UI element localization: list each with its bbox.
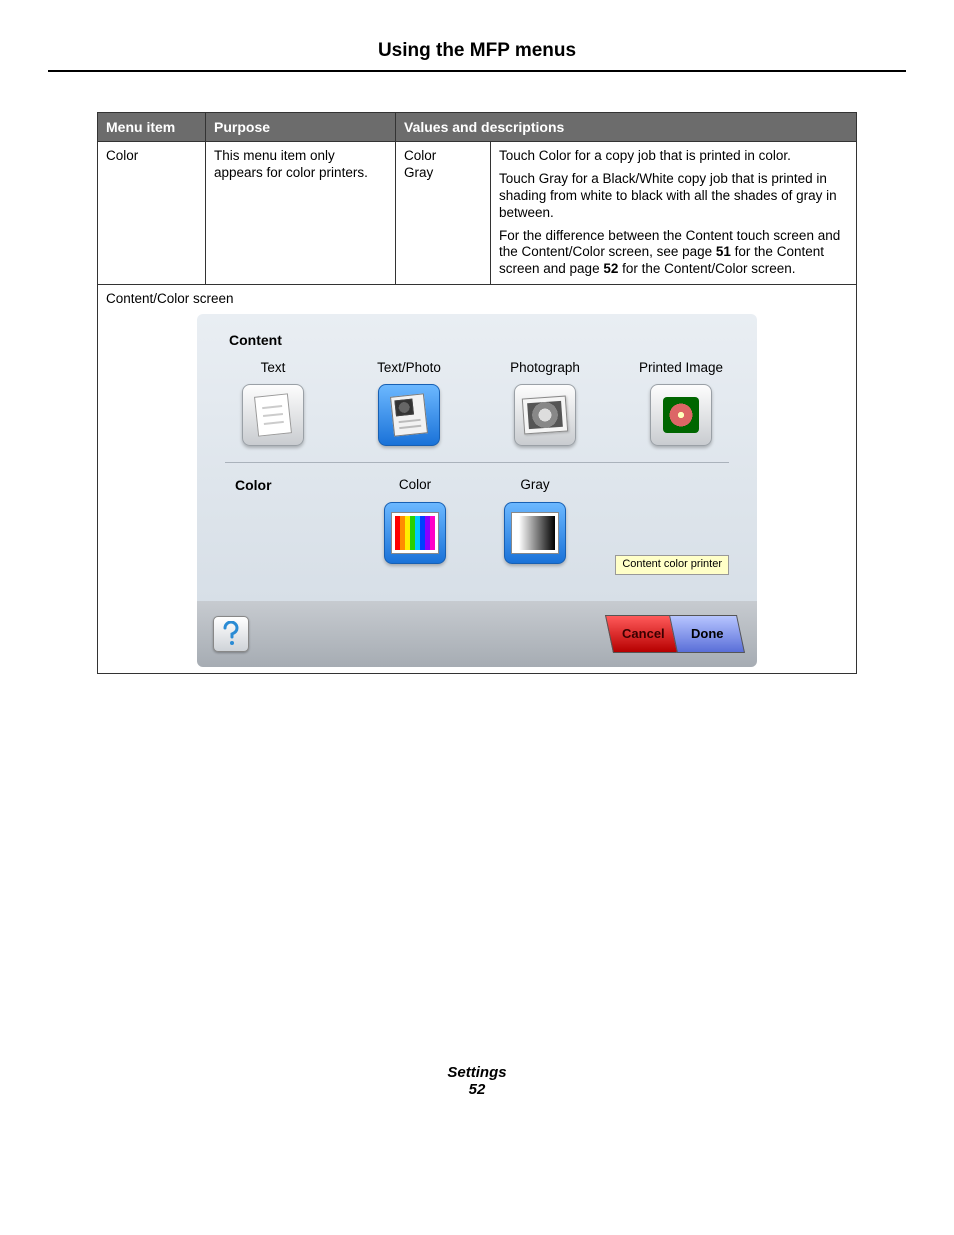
- screen-cell: Content/Color screen Content Text Text/P…: [98, 285, 857, 674]
- cancel-label: Cancel: [622, 626, 665, 642]
- screen-label: Content/Color screen: [106, 291, 848, 308]
- help-button[interactable]: [213, 616, 249, 652]
- desc-p1: Touch Color for a copy job that is print…: [499, 148, 848, 165]
- content-button-textphoto[interactable]: [378, 384, 440, 446]
- footer-buttons: Cancel Done: [609, 615, 741, 653]
- cell-purpose: This menu item only appears for color pr…: [206, 142, 396, 285]
- content-row: Text Text/Photo Photograph: [219, 360, 735, 447]
- color-option-gray: Gray: [495, 477, 575, 564]
- touchscreen-upper: Content Text Text/Photo: [197, 314, 757, 601]
- text-photo-icon: [390, 394, 428, 437]
- spectrum-icon: [392, 513, 438, 553]
- color-group-title: Color: [235, 477, 335, 495]
- color-option-color-label: Color: [375, 477, 455, 494]
- page-icon: [254, 394, 292, 437]
- content-button-photograph[interactable]: [514, 384, 576, 446]
- touchscreen-footer: Cancel Done: [197, 601, 757, 667]
- desc-pg51: 51: [716, 244, 731, 259]
- content-option-photograph: Photograph: [497, 360, 593, 447]
- grayscale-icon: [512, 513, 558, 553]
- desc-p3c: for the Content/Color screen.: [618, 261, 795, 276]
- footer-section: Settings: [48, 1064, 906, 1081]
- touchscreen-panel: Content Text Text/Photo: [197, 314, 757, 667]
- content-option-textphoto-label: Text/Photo: [361, 360, 457, 377]
- content-button-text[interactable]: [242, 384, 304, 446]
- divider: [225, 462, 729, 463]
- color-button-gray[interactable]: [504, 502, 566, 564]
- color-option-color: Color: [375, 477, 455, 564]
- title-rule: [48, 70, 906, 72]
- info-table: Menu item Purpose Values and description…: [97, 112, 857, 674]
- content-option-text-label: Text: [225, 360, 321, 377]
- tooltip: Content color printer: [615, 555, 729, 575]
- done-button[interactable]: Done: [669, 615, 745, 653]
- color-button-color[interactable]: [384, 502, 446, 564]
- desc-p2: Touch Gray for a Black/White copy job th…: [499, 171, 848, 222]
- th-values-desc: Values and descriptions: [396, 113, 857, 142]
- desc-pg52: 52: [603, 261, 618, 276]
- help-icon: [220, 621, 242, 647]
- th-menu-item: Menu item: [98, 113, 206, 142]
- content-option-printedimage-label: Printed Image: [633, 360, 729, 377]
- desc-p3: For the difference between the Content t…: [499, 228, 848, 279]
- photograph-icon: [522, 396, 568, 435]
- page-title: Using the MFP menus: [48, 40, 906, 62]
- content-option-textphoto: Text/Photo: [361, 360, 457, 447]
- done-label: Done: [691, 626, 724, 642]
- value-color: Color: [404, 148, 482, 165]
- color-row: Color Color Gray: [219, 477, 735, 575]
- flower-icon: [661, 395, 701, 435]
- th-purpose: Purpose: [206, 113, 396, 142]
- cell-menu-item: Color: [98, 142, 206, 285]
- page-footer: Settings 52: [48, 1064, 906, 1098]
- cell-values: Color Gray: [396, 142, 491, 285]
- cell-desc: Touch Color for a copy job that is print…: [491, 142, 857, 285]
- color-option-gray-label: Gray: [495, 477, 575, 494]
- value-gray: Gray: [404, 165, 482, 182]
- content-option-printedimage: Printed Image: [633, 360, 729, 447]
- content-button-printedimage[interactable]: [650, 384, 712, 446]
- content-option-text: Text: [225, 360, 321, 447]
- content-option-photograph-label: Photograph: [497, 360, 593, 377]
- content-group-title: Content: [229, 332, 735, 350]
- footer-page-number: 52: [48, 1081, 906, 1098]
